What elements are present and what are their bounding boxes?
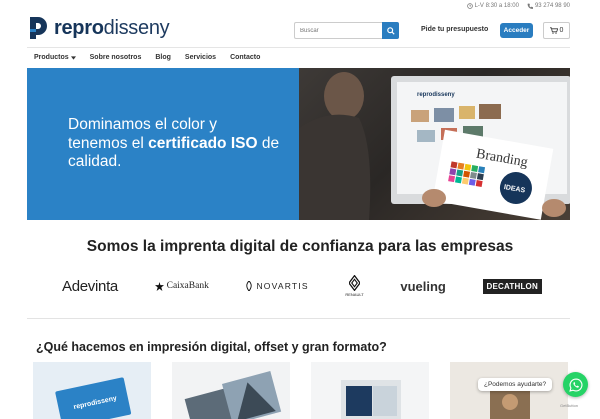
client-name: vueling — [400, 278, 446, 294]
chat-prompt-bubble[interactable]: ¿Podemos ayudarte? — [478, 378, 553, 391]
hours-text: L-V 8:30 a 18:00 — [474, 3, 519, 9]
hero-line-2-pre: tenemos el — [68, 134, 149, 152]
nav-item-productos[interactable]: Productos — [34, 54, 76, 61]
top-info-bar: L-V 8:30 a 18:00 93 274 98 90 — [466, 3, 570, 9]
search-button[interactable] — [382, 22, 399, 39]
nav-item-label: Productos — [34, 54, 69, 61]
search-icon — [386, 26, 395, 35]
site-logo[interactable]: reprodisseny — [27, 15, 170, 41]
section-divider — [27, 318, 570, 319]
services-heading: ¿Qué hacemos en impresión digital, offse… — [36, 340, 387, 354]
hero-line-2-bold: certificado ISO — [148, 134, 258, 152]
hero-line-3: calidad. — [68, 153, 122, 171]
caret-down-icon — [70, 55, 76, 60]
service-card-catalogues[interactable] — [311, 362, 429, 419]
nav-item-servicios[interactable]: Servicios — [185, 54, 216, 61]
client-logos: Adevinta CaixaBank NOVARTIS RENAULT vuel… — [62, 272, 542, 300]
caixabank-star-icon — [154, 281, 164, 291]
client-logo-caixabank: CaixaBank — [154, 281, 209, 291]
client-logo-novartis: NOVARTIS — [245, 281, 308, 291]
renault-diamond-icon — [349, 275, 361, 291]
phone-icon — [527, 3, 533, 9]
clock-icon — [466, 3, 473, 9]
search-box — [294, 22, 399, 39]
client-name: NOVARTIS — [256, 281, 309, 291]
service-card-business-cards[interactable]: reprodisseny — [33, 362, 151, 419]
quote-link[interactable]: Pide tu presupuesto — [421, 26, 488, 33]
client-logo-vueling: vueling — [400, 279, 446, 294]
nav-item-label: Blog — [155, 54, 171, 61]
service-card-brochures[interactable] — [172, 362, 290, 419]
nav-item-label: Servicios — [184, 54, 217, 61]
nav-item-blog[interactable]: Blog — [155, 54, 171, 61]
nav-item-contacto[interactable]: Contacto — [230, 54, 260, 61]
nav-item-sobre-nosotros[interactable]: Sobre nosotros — [90, 54, 142, 61]
screen-brand-text: reprodisseny — [417, 92, 455, 98]
logo-mark-icon — [27, 15, 49, 41]
nav-item-label: Sobre nosotros — [89, 54, 142, 61]
hero-text-panel: Dominamos el color y tenemos el certific… — [27, 68, 299, 220]
cart-button[interactable]: 0 — [543, 22, 570, 39]
client-name: DECATHLON — [486, 281, 538, 291]
client-logo-adevinta: Adevinta — [62, 278, 118, 295]
client-name: RENAULT — [345, 292, 364, 297]
client-logo-renault: RENAULT — [345, 275, 364, 297]
nav-item-label: Contacto — [230, 54, 261, 61]
client-name: Adevinta — [62, 277, 118, 295]
novartis-flame-icon — [246, 281, 253, 291]
login-button[interactable]: Acceder — [500, 23, 533, 38]
brand-name-rest: disseny — [103, 16, 170, 39]
hero-photo: reprodisseny Branding IDEAS — [299, 68, 570, 220]
clients-heading: Somos la imprenta digital de confianza p… — [86, 238, 514, 255]
client-logo-decathlon: DECATHLON — [482, 278, 542, 294]
hero-line-2-post: de — [257, 134, 280, 152]
hours-info: L-V 8:30 a 18:00 — [466, 3, 519, 9]
whatsapp-button[interactable] — [563, 372, 588, 397]
hero-banner[interactable]: Dominamos el color y tenemos el certific… — [27, 68, 570, 220]
hero-headline: Dominamos el color y tenemos el certific… — [68, 116, 279, 172]
cart-count: 0 — [559, 27, 564, 34]
hero-line-1: Dominamos el color y — [68, 116, 218, 134]
whatsapp-icon — [568, 377, 582, 392]
getbutton-credit[interactable]: GetButton — [560, 403, 578, 408]
search-input[interactable] — [294, 22, 382, 39]
phone-info[interactable]: 93 274 98 90 — [527, 3, 570, 9]
brand-name: reprodisseny — [54, 16, 170, 40]
brand-name-bold: repro — [54, 16, 104, 39]
main-nav: Productos Sobre nosotros Blog Servicios … — [27, 47, 570, 67]
phone-text: 93 274 98 90 — [534, 3, 570, 9]
cart-icon — [549, 27, 558, 34]
client-name: CaixaBank — [166, 281, 209, 291]
